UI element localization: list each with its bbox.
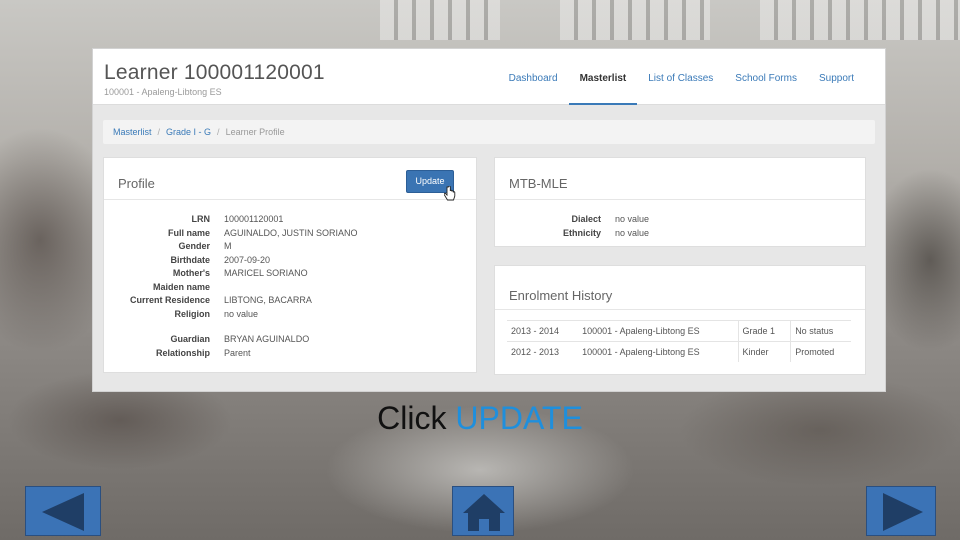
field-row: Ethnicity no value	[495, 227, 649, 241]
mtb-panel: MTB-MLE Dialect no value Ethnicity no value	[494, 157, 866, 247]
field-value: 2007-09-20	[224, 254, 271, 265]
learner-title: Learner 100001120001	[104, 61, 325, 84]
field-label: Gender	[178, 241, 210, 251]
table-cell: Kinder	[737, 341, 791, 362]
breadcrumb-grade[interactable]: Grade I - G	[166, 127, 211, 137]
field-value: MARICEL SORIANO	[224, 268, 308, 278]
school-subtitle: 100001 - Apaleng-Libtong ES	[104, 87, 222, 97]
field-value: LIBTONG, BACARRA	[224, 295, 312, 305]
field-label: Full name	[167, 227, 210, 238]
mtb-title: MTB-MLE	[509, 176, 568, 191]
top-bar: Learner 100001120001 100001 - Apaleng-Li…	[93, 49, 885, 105]
field-label: Birthdate	[170, 254, 210, 265]
table-cell: Grade 1	[737, 320, 791, 342]
field-value: 100001120001	[224, 214, 284, 224]
field-row: Religion no value	[104, 308, 358, 322]
nav-support[interactable]: Support	[808, 49, 865, 105]
field-label: Religion	[174, 308, 211, 319]
triangle-right-icon	[883, 493, 923, 531]
nav-list-of-classes[interactable]: List of Classes	[637, 49, 724, 105]
enrolment-table: 2013 - 2014 100001 - Apaleng-Libtong ES Gr…	[507, 320, 851, 362]
window-blinds	[760, 0, 960, 40]
table-cell: 100001 - Apaleng-Libtong ES	[578, 341, 739, 362]
table-row: 2013 - 2014 100001 - Apaleng-Libtong ES Gr…	[507, 320, 851, 342]
table-row: 2012 - 2013 100001 - Apaleng-Libtong ES Ki…	[507, 341, 851, 362]
breadcrumb: Masterlist / Grade I - G / Learner Profile	[103, 120, 875, 144]
field-value: Parent	[224, 347, 251, 358]
profile-fields: LRN 100001120001 Full name AGUINALDO, JUSTI…	[104, 213, 358, 360]
field-label: Current Residence	[129, 295, 210, 305]
breadcrumb-current: Learner Profile	[225, 127, 285, 137]
window-blinds	[560, 0, 710, 40]
next-button[interactable]	[866, 486, 936, 536]
back-button[interactable]	[25, 486, 101, 536]
field-row: Current Residence LIBTONG, BACARRA	[104, 294, 358, 308]
field-value: AGUINALDO, JUSTIN SORIANO	[224, 227, 358, 238]
nav-school-forms[interactable]: School Forms	[724, 49, 808, 105]
lis-screenshot: Learner 100001120001 100001 - Apaleng-Li…	[92, 48, 886, 392]
field-label: Relationship	[155, 347, 210, 358]
field-row: Maiden name	[104, 281, 358, 295]
field-value: M	[224, 241, 232, 251]
table-cell: 2013 - 2014	[507, 320, 579, 342]
nav-dashboard[interactable]: Dashboard	[498, 49, 569, 105]
field-row: Guardian BRYAN AGUINALDO	[104, 333, 358, 347]
home-icon	[463, 494, 505, 531]
field-label: Mother's	[172, 268, 210, 278]
nav-masterlist[interactable]: Masterlist	[568, 49, 638, 105]
table-cell: No status	[790, 320, 851, 342]
field-row: Mother's MARICEL SORIANO	[104, 267, 358, 281]
field-label: Ethnicity	[562, 227, 601, 238]
breadcrumb-separator: /	[157, 127, 161, 137]
field-label: Maiden name	[152, 281, 210, 292]
enrolment-header: Enrolment History	[495, 266, 865, 310]
breadcrumb-masterlist[interactable]: Masterlist	[113, 127, 152, 137]
caption-prefix: Click	[377, 400, 447, 436]
enrolment-title: Enrolment History	[509, 288, 613, 303]
caption-highlight: UPDATE	[455, 400, 583, 436]
field-value: BRYAN AGUINALDO	[224, 334, 310, 344]
instruction-caption: Click UPDATE	[0, 400, 960, 437]
field-row: Full name AGUINALDO, JUSTIN SORIANO	[104, 227, 358, 241]
window-blinds	[380, 0, 500, 40]
field-row: LRN 100001120001	[104, 213, 358, 227]
field-value: no value	[615, 227, 650, 238]
field-value: no value	[224, 308, 259, 319]
profile-title: Profile	[118, 176, 155, 191]
breadcrumb-separator: /	[217, 127, 220, 137]
hand-cursor-icon	[444, 186, 456, 201]
field-row: Relationship Parent	[104, 347, 358, 361]
field-value: no value	[615, 214, 650, 224]
field-row: Dialect no value	[495, 213, 649, 227]
profile-header: Profile Update	[104, 158, 476, 201]
field-label: Dialect	[571, 214, 601, 224]
field-row: Gender M	[104, 240, 358, 254]
main-nav: Dashboard Masterlist List of Classes Sch…	[498, 49, 865, 105]
field-row: Birthdate 2007-09-20	[104, 254, 358, 268]
field-label: Guardian	[170, 334, 210, 344]
profile-panel: Profile Update LRN 100001120001 Full name A…	[103, 157, 477, 373]
field-label: LRN	[191, 214, 211, 224]
home-button[interactable]	[452, 486, 514, 536]
mtb-fields: Dialect no value Ethnicity no value	[495, 213, 649, 240]
mtb-header: MTB-MLE	[495, 158, 865, 200]
enrolment-panel: Enrolment History 2013 - 2014 100001 - Ap…	[494, 265, 866, 375]
table-cell: 100001 - Apaleng-Libtong ES	[578, 320, 739, 342]
table-cell: 2012 - 2013	[507, 341, 579, 362]
table-cell: Promoted	[790, 341, 851, 362]
triangle-left-icon	[42, 493, 84, 531]
field-spacer	[104, 321, 358, 333]
